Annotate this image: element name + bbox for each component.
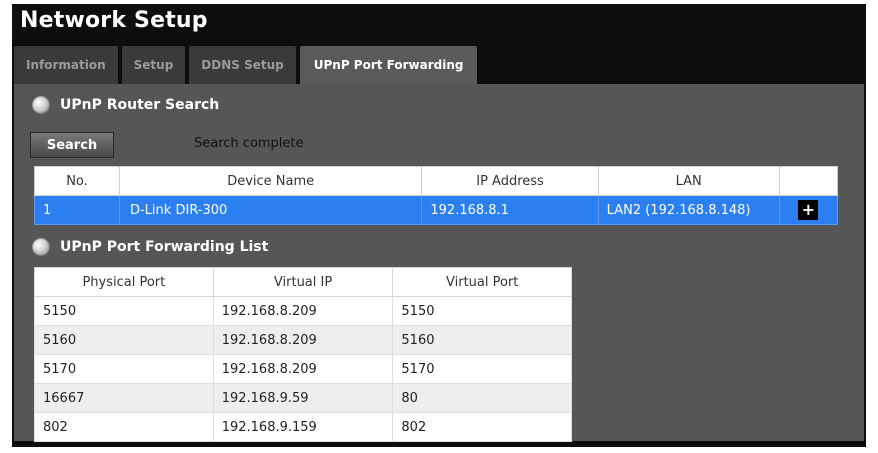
virtual-ip-cell: 192.168.8.209 <box>212 354 394 384</box>
column-header-physical-port: Physical Port <box>34 267 214 297</box>
virtual-ip-cell: 192.168.9.59 <box>212 383 394 413</box>
port-forwarding-section-heading: UPnP Port Forwarding List <box>32 238 268 256</box>
device-action-cell: + <box>778 195 839 225</box>
tab-upnp-port-forwarding[interactable]: UPnP Port Forwarding <box>299 46 478 84</box>
virtual-port-cell: 802 <box>392 412 572 442</box>
column-header-ip-address: IP Address <box>421 166 599 196</box>
physical-port-cell: 5170 <box>34 354 214 384</box>
port-forwarding-table: Physical Port Virtual IP Virtual Port 51… <box>34 267 572 442</box>
device-row-selected[interactable]: 1 D-Link DIR-300 192.168.8.1 LAN2 (192.1… <box>34 195 839 225</box>
column-header-virtual-port: Virtual Port <box>392 267 572 297</box>
physical-port-cell: 5150 <box>34 296 214 326</box>
virtual-ip-cell: 192.168.9.159 <box>212 412 394 442</box>
search-status-text: Search complete <box>194 136 304 151</box>
virtual-port-cell: 5160 <box>392 325 572 355</box>
tab-information[interactable]: Information <box>14 46 118 84</box>
add-port-forward-icon[interactable]: + <box>798 200 819 220</box>
table-row[interactable]: 5160 192.168.8.209 5160 <box>34 325 572 355</box>
network-setup-window: Network Setup Information Setup DDNS Set… <box>12 4 866 447</box>
tab-ddns-setup[interactable]: DDNS Setup <box>189 46 296 84</box>
table-row[interactable]: 802 192.168.9.159 802 <box>34 412 572 442</box>
column-header-virtual-ip: Virtual IP <box>212 267 394 297</box>
router-device-table: No. Device Name IP Address LAN 1 D-Link … <box>34 166 839 225</box>
physical-port-cell: 16667 <box>34 383 214 413</box>
virtual-port-cell: 5150 <box>392 296 572 326</box>
router-search-section-heading: UPnP Router Search <box>32 96 219 114</box>
column-header-no: No. <box>34 166 120 196</box>
column-header-action <box>778 166 839 196</box>
device-ip-cell: 192.168.8.1 <box>421 195 599 225</box>
physical-port-cell: 5160 <box>34 325 214 355</box>
section-bullet-icon <box>32 96 50 114</box>
port-forwarding-header-row: Physical Port Virtual IP Virtual Port <box>34 267 572 297</box>
upnp-port-forwarding-panel: UPnP Router Search Search Search complet… <box>14 84 864 442</box>
virtual-port-cell: 80 <box>392 383 572 413</box>
section-bullet-icon <box>32 238 50 256</box>
port-forwarding-heading-text: UPnP Port Forwarding List <box>60 239 269 255</box>
virtual-ip-cell: 192.168.8.209 <box>212 296 394 326</box>
tab-setup[interactable]: Setup <box>121 46 186 84</box>
tab-bar: Information Setup DDNS Setup UPnP Port F… <box>14 46 478 84</box>
device-table-header-row: No. Device Name IP Address LAN <box>34 166 839 196</box>
column-header-device-name: Device Name <box>118 166 423 196</box>
device-name-cell: D-Link DIR-300 <box>118 195 423 225</box>
screenshot-frame: Network Setup Information Setup DDNS Set… <box>0 0 878 453</box>
column-header-lan: LAN <box>597 166 780 196</box>
router-search-heading-text: UPnP Router Search <box>60 97 220 113</box>
physical-port-cell: 802 <box>34 412 214 442</box>
device-no-cell: 1 <box>34 195 120 225</box>
table-row[interactable]: 16667 192.168.9.59 80 <box>34 383 572 413</box>
page-title: Network Setup <box>20 8 208 33</box>
table-row[interactable]: 5170 192.168.8.209 5170 <box>34 354 572 384</box>
table-row[interactable]: 5150 192.168.8.209 5150 <box>34 296 572 326</box>
device-lan-cell: LAN2 (192.168.8.148) <box>597 195 780 225</box>
virtual-port-cell: 5170 <box>392 354 572 384</box>
virtual-ip-cell: 192.168.8.209 <box>212 325 394 355</box>
search-button[interactable]: Search <box>30 132 114 158</box>
